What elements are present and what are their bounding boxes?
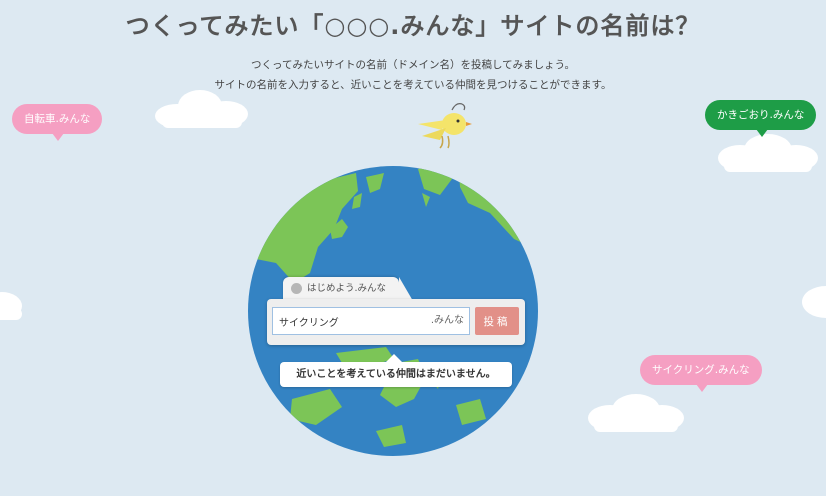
page-title: つくってみたい「○○○.みんな」サイトの名前は？ (125, 12, 701, 40)
description-line-1: つくってみたいサイトの名前（ドメイン名）を投稿してみましょう。 (250, 59, 576, 71)
globe-icon (291, 283, 302, 294)
tab-label: はじめよう.みんな (307, 283, 387, 294)
bird-icon (418, 103, 472, 149)
suggestion-bubble[interactable]: かきごおり.みんな (705, 100, 817, 137)
suggestion-bubble[interactable]: サイクリング.みんな (640, 355, 762, 392)
cloud-icon (718, 134, 818, 172)
result-message: 近いことを考えている仲間はまだいません。 (280, 354, 512, 387)
cloud-icon (588, 394, 684, 432)
description-line-2: サイトの名前を入力すると、近いことを考えている仲間を見つけることができます。 (214, 79, 612, 91)
domain-input-wrapper: .みんな (272, 307, 470, 335)
cloud-icon (0, 292, 22, 320)
domain-input[interactable] (273, 308, 434, 334)
cloud-icon (155, 90, 248, 128)
post-button[interactable]: 投稿 (475, 307, 519, 335)
cloud-icon (802, 286, 826, 318)
input-bar: .みんな 投稿 (267, 299, 525, 345)
form-tab: はじめよう.みんな (283, 277, 413, 301)
domain-suffix: .みんな (430, 315, 464, 326)
suggestion-bubble[interactable]: 自転車.みんな (12, 104, 103, 141)
domain-form: はじめよう.みんな .みんな 投稿 (267, 277, 525, 345)
